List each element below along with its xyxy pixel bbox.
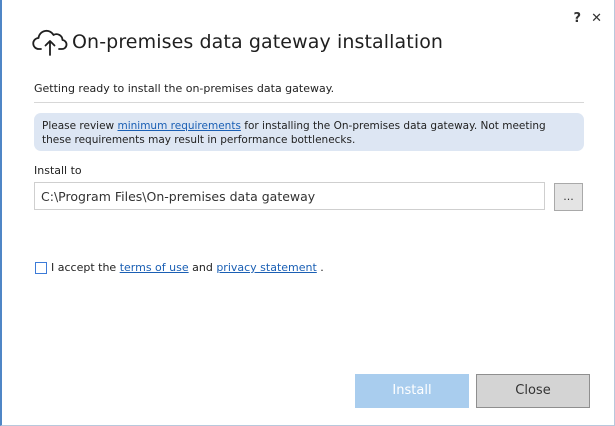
terms-of-use-link[interactable]: terms of use <box>120 261 189 274</box>
header: On-premises data gateway installation <box>32 27 443 57</box>
accept-terms-checkbox[interactable] <box>35 261 47 274</box>
terms-middle: and <box>188 261 217 274</box>
terms-prefix: I accept the <box>51 261 120 274</box>
privacy-statement-link[interactable]: privacy statement <box>216 261 317 274</box>
page-title: On-premises data gateway installation <box>72 31 444 53</box>
subtitle-text: Getting ready to install the on-premises… <box>34 82 335 95</box>
cloud-upload-icon <box>32 29 68 56</box>
close-window-button[interactable]: ✕ <box>591 12 602 26</box>
install-path-input[interactable] <box>34 182 545 210</box>
requirements-info-box: Please review minimum requirements for i… <box>34 113 584 151</box>
minimum-requirements-link[interactable]: minimum requirements <box>117 120 240 132</box>
installer-window: ? ✕ On-premises data gateway installatio… <box>0 0 615 426</box>
terms-row: I accept the terms of use and privacy st… <box>35 261 324 274</box>
window-controls: ? ✕ <box>574 12 602 26</box>
close-button[interactable]: Close <box>476 374 590 408</box>
divider <box>34 102 584 103</box>
help-button[interactable]: ? <box>574 12 582 26</box>
terms-suffix: . <box>316 261 324 274</box>
install-button[interactable]: Install <box>355 374 469 408</box>
info-prefix: Please review <box>42 120 118 132</box>
install-to-label: Install to <box>34 164 82 177</box>
browse-button[interactable]: ... <box>554 183 583 211</box>
